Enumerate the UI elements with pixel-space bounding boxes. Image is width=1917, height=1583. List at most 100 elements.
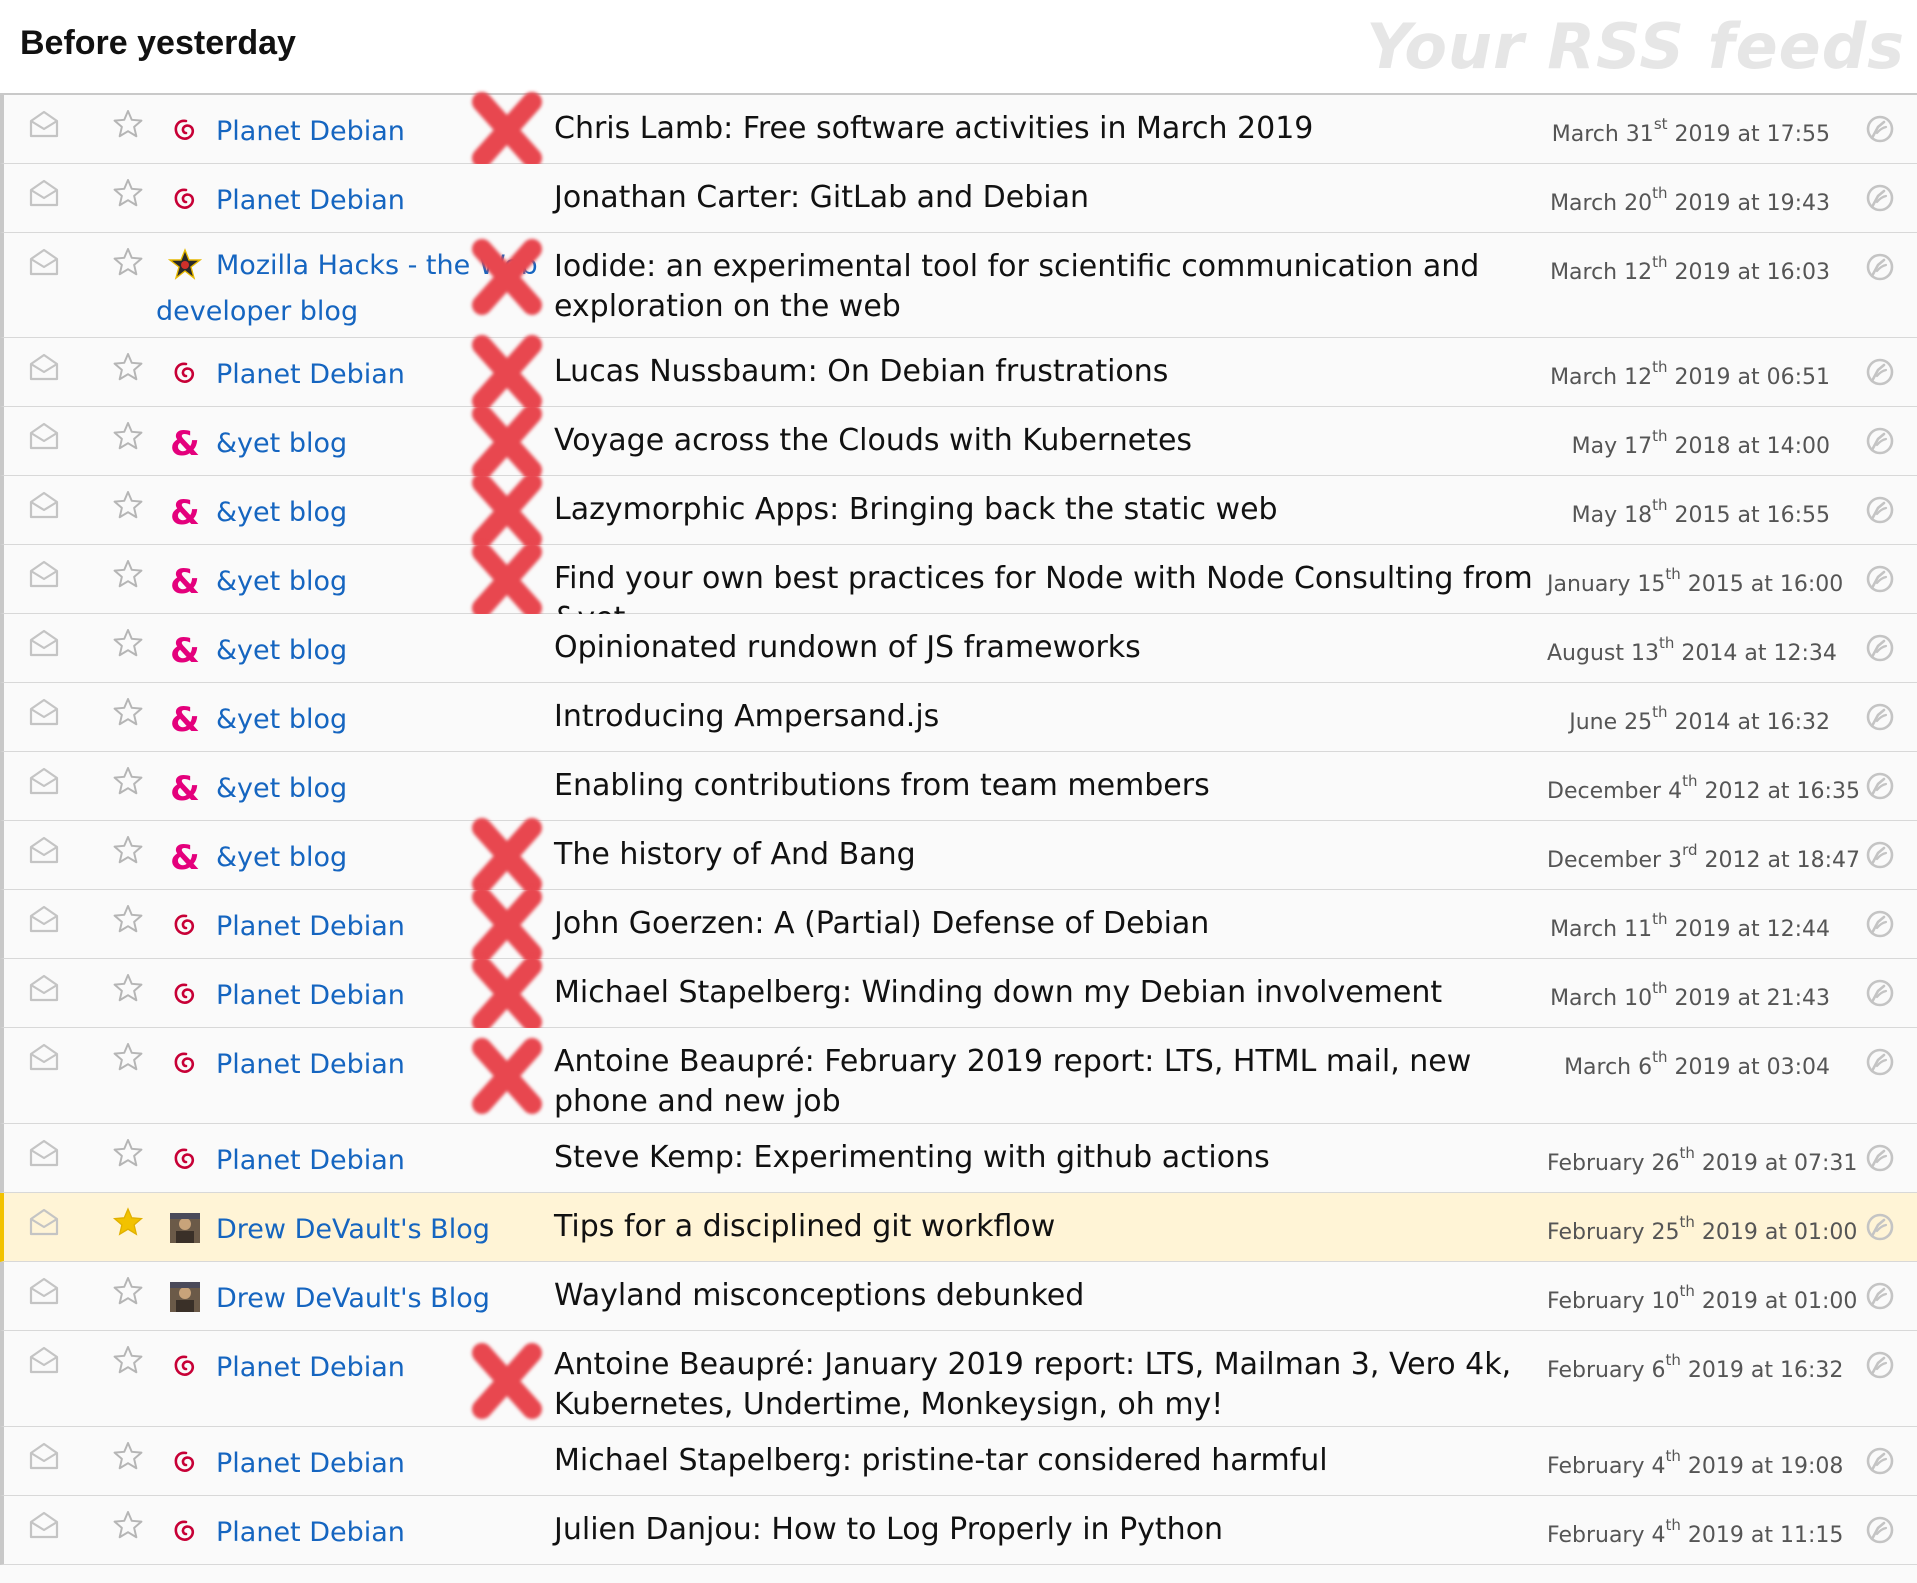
mark-read-button[interactable] bbox=[4, 1124, 84, 1168]
mark-read-button[interactable] bbox=[4, 1028, 84, 1072]
share-button[interactable] bbox=[1830, 233, 1909, 283]
article-row[interactable]: & &yet blog Voyage across the Clouds with … bbox=[0, 404, 1917, 480]
article-title[interactable]: Lucas Nussbaum: On Debian frustrations bbox=[550, 338, 1547, 392]
mark-read-button[interactable] bbox=[4, 407, 84, 451]
mark-read-button[interactable] bbox=[4, 1193, 84, 1237]
article-row[interactable]: Planet Debian Michael Stapelberg: Winding… bbox=[0, 956, 1917, 1032]
favorite-button[interactable] bbox=[84, 821, 164, 865]
share-button[interactable] bbox=[1830, 752, 1909, 802]
article-title[interactable]: Voyage across the Clouds with Kubernetes bbox=[550, 407, 1547, 461]
article-row[interactable]: Planet Debian Steve Kemp: Experimenting w… bbox=[0, 1124, 1917, 1193]
feed-name[interactable]: Planet Debian bbox=[216, 1448, 405, 1479]
mark-read-button[interactable] bbox=[4, 1496, 84, 1540]
article-title[interactable]: The history of And Bang bbox=[550, 821, 1547, 875]
share-button[interactable] bbox=[1830, 476, 1909, 526]
favorite-button[interactable] bbox=[84, 1028, 164, 1072]
feed-name[interactable]: Planet Debian bbox=[216, 185, 405, 216]
mark-read-button[interactable] bbox=[4, 476, 84, 520]
favorite-button[interactable] bbox=[84, 752, 164, 796]
favorite-button[interactable] bbox=[84, 476, 164, 520]
share-button[interactable] bbox=[1830, 1262, 1909, 1312]
article-row[interactable]: & &yet blog Find your own best practices f… bbox=[0, 542, 1917, 636]
article-row[interactable]: Planet Debian Michael Stapelberg: pristin… bbox=[0, 1427, 1917, 1496]
share-button[interactable] bbox=[1830, 407, 1909, 457]
article-title[interactable]: Introducing Ampersand.js bbox=[550, 683, 1547, 737]
article-title[interactable]: Michael Stapelberg: pristine-tar conside… bbox=[550, 1427, 1547, 1481]
favorite-button[interactable] bbox=[84, 614, 164, 658]
mark-read-button[interactable] bbox=[4, 683, 84, 727]
share-button[interactable] bbox=[1830, 1124, 1909, 1174]
article-title[interactable]: Michael Stapelberg: Winding down my Debi… bbox=[550, 959, 1547, 1013]
favorite-button[interactable] bbox=[84, 1262, 164, 1306]
mark-read-button[interactable] bbox=[4, 1262, 84, 1306]
favorite-button[interactable] bbox=[84, 1124, 164, 1168]
feed-name[interactable]: &yet blog bbox=[216, 428, 347, 459]
mark-read-button[interactable] bbox=[4, 338, 84, 382]
mark-read-button[interactable] bbox=[4, 752, 84, 796]
mark-read-button[interactable] bbox=[4, 890, 84, 934]
article-title[interactable]: Tips for a disciplined git workflow bbox=[550, 1193, 1547, 1247]
feed-name[interactable]: Planet Debian bbox=[216, 1049, 405, 1080]
feed-name[interactable]: Mozilla Hacks - the Web bbox=[216, 250, 538, 281]
favorite-button[interactable] bbox=[84, 683, 164, 727]
mark-read-button[interactable] bbox=[4, 959, 84, 1003]
feed-name[interactable]: Planet Debian bbox=[216, 1352, 405, 1383]
share-button[interactable] bbox=[1830, 545, 1909, 595]
share-button[interactable] bbox=[1830, 890, 1909, 940]
favorite-button[interactable] bbox=[84, 890, 164, 934]
share-button[interactable] bbox=[1830, 338, 1909, 388]
article-title[interactable]: Iodide: an experimental tool for scienti… bbox=[550, 233, 1547, 327]
mark-read-button[interactable] bbox=[4, 545, 84, 589]
share-button[interactable] bbox=[1830, 95, 1909, 145]
article-row[interactable]: Planet Debian Jonathan Carter: GitLab and… bbox=[0, 164, 1917, 233]
article-title[interactable]: Steve Kemp: Experimenting with github ac… bbox=[550, 1124, 1547, 1178]
mark-read-button[interactable] bbox=[4, 614, 84, 658]
article-row[interactable]: Planet Debian Antoine Beaupré: February 2… bbox=[0, 1028, 1917, 1124]
feed-name[interactable]: Drew DeVault's Blog bbox=[216, 1214, 490, 1245]
feed-name[interactable]: Planet Debian bbox=[216, 1517, 405, 1548]
article-title[interactable]: Enabling contributions from team members bbox=[550, 752, 1547, 806]
feed-name[interactable]: Planet Debian bbox=[216, 116, 405, 147]
share-button[interactable] bbox=[1830, 1427, 1909, 1477]
favorite-button[interactable] bbox=[84, 164, 164, 208]
share-button[interactable] bbox=[1830, 614, 1909, 664]
favorite-button[interactable] bbox=[84, 1427, 164, 1471]
share-button[interactable] bbox=[1830, 1331, 1909, 1381]
favorite-button[interactable] bbox=[84, 1331, 164, 1375]
favorite-button[interactable] bbox=[84, 1193, 164, 1237]
mark-read-button[interactable] bbox=[4, 233, 84, 277]
article-row[interactable]: Planet Debian John Goerzen: A (Partial) D… bbox=[0, 887, 1917, 963]
favorite-button[interactable] bbox=[84, 95, 164, 139]
article-title[interactable]: Jonathan Carter: GitLab and Debian bbox=[550, 164, 1547, 218]
article-row[interactable]: & &yet blog Opinionated rundown of JS fram… bbox=[0, 614, 1917, 683]
article-title[interactable]: Lazymorphic Apps: Bringing back the stat… bbox=[550, 476, 1547, 530]
article-title[interactable]: Antoine Beaupré: February 2019 report: L… bbox=[550, 1028, 1547, 1122]
feed-name[interactable]: &yet blog bbox=[216, 635, 347, 666]
article-title[interactable]: Antoine Beaupré: January 2019 report: LT… bbox=[550, 1331, 1547, 1425]
article-title[interactable]: Julien Danjou: How to Log Properly in Py… bbox=[550, 1496, 1547, 1550]
share-button[interactable] bbox=[1830, 959, 1909, 1009]
favorite-button[interactable] bbox=[84, 338, 164, 382]
article-row[interactable]: Drew DeVault's Blog Tips for a discipline… bbox=[0, 1193, 1917, 1262]
mark-read-button[interactable] bbox=[4, 95, 84, 139]
share-button[interactable] bbox=[1830, 683, 1909, 733]
feed-name[interactable]: &yet blog bbox=[216, 497, 347, 528]
article-row[interactable]: & &yet blog Lazymorphic Apps: Bringing bac… bbox=[0, 473, 1917, 549]
article-title[interactable]: Chris Lamb: Free software activities in … bbox=[550, 95, 1547, 149]
feed-name[interactable]: &yet blog bbox=[216, 773, 347, 804]
article-row[interactable]: Planet Debian Antoine Beaupré: January 20… bbox=[0, 1331, 1917, 1427]
feed-name[interactable]: &yet blog bbox=[216, 566, 347, 597]
favorite-button[interactable] bbox=[84, 1496, 164, 1540]
share-button[interactable] bbox=[1830, 1028, 1909, 1078]
feed-name[interactable]: Planet Debian bbox=[216, 980, 405, 1011]
article-row[interactable]: Drew DeVault's Blog Wayland misconception… bbox=[0, 1262, 1917, 1331]
feed-name[interactable]: Drew DeVault's Blog bbox=[216, 1283, 490, 1314]
share-button[interactable] bbox=[1830, 821, 1909, 871]
share-button[interactable] bbox=[1830, 164, 1909, 214]
mark-read-button[interactable] bbox=[4, 821, 84, 865]
favorite-button[interactable] bbox=[84, 959, 164, 1003]
favorite-button[interactable] bbox=[84, 407, 164, 451]
favorite-button[interactable] bbox=[84, 233, 164, 277]
mark-read-button[interactable] bbox=[4, 1427, 84, 1471]
feed-name-line2[interactable]: developer blog bbox=[156, 289, 550, 335]
